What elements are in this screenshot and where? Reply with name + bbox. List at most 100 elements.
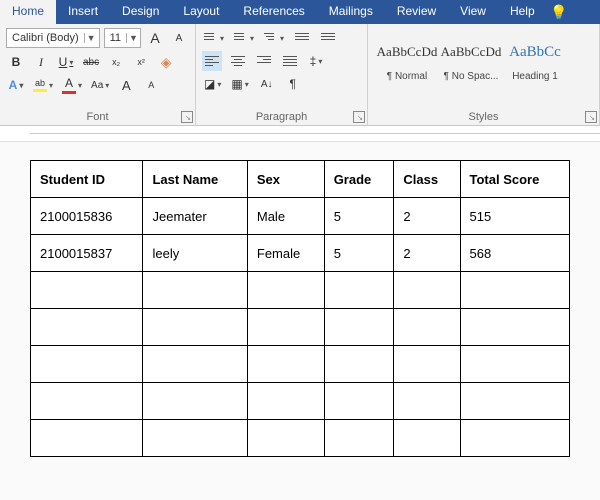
table-cell[interactable]: [31, 309, 143, 346]
table-cell[interactable]: [394, 383, 460, 420]
shrink-font-icon[interactable]: A: [141, 75, 161, 95]
table-header[interactable]: Grade: [324, 161, 394, 198]
table-row[interactable]: [31, 309, 570, 346]
table-cell[interactable]: 2100015837: [31, 235, 143, 272]
clear-format-button[interactable]: ◈: [156, 52, 176, 72]
bold-button[interactable]: B: [6, 52, 26, 72]
tab-mailings[interactable]: Mailings: [317, 0, 385, 24]
table-cell[interactable]: [324, 272, 394, 309]
table-header[interactable]: Total Score: [460, 161, 569, 198]
table-cell[interactable]: [31, 272, 143, 309]
table-cell[interactable]: 5: [324, 235, 394, 272]
table-cell[interactable]: [31, 346, 143, 383]
tab-references[interactable]: References: [231, 0, 316, 24]
table-cell[interactable]: [247, 272, 324, 309]
sort-button[interactable]: A↓: [257, 74, 277, 94]
indent-right-button[interactable]: [318, 28, 338, 48]
grow-font-icon[interactable]: A: [116, 75, 136, 95]
chevron-down-icon[interactable]: ▼: [126, 33, 140, 43]
show-marks-button[interactable]: ¶: [283, 74, 303, 94]
numbering-button[interactable]: [232, 28, 256, 48]
table-row[interactable]: [31, 346, 570, 383]
highlight-button[interactable]: ab: [31, 75, 55, 95]
table-cell[interactable]: [31, 420, 143, 457]
change-case-button[interactable]: Aa: [89, 75, 111, 95]
table-cell[interactable]: [324, 309, 394, 346]
table-cell[interactable]: 568: [460, 235, 569, 272]
table-cell[interactable]: 2: [394, 235, 460, 272]
table-cell[interactable]: [394, 272, 460, 309]
align-right-button[interactable]: [254, 51, 274, 71]
tab-view[interactable]: View: [448, 0, 498, 24]
table-row[interactable]: [31, 420, 570, 457]
paragraph-dialog-launcher-icon[interactable]: ↘: [353, 111, 365, 123]
superscript-button[interactable]: x²: [131, 52, 151, 72]
document-area[interactable]: ↖ Student IDLast NameSexGradeClassTotal …: [0, 126, 600, 500]
font-color-button[interactable]: A: [60, 75, 84, 95]
table-cell[interactable]: [143, 383, 247, 420]
tab-insert[interactable]: Insert: [56, 0, 110, 24]
styles-gallery[interactable]: AaBbCcDd¶ NormalAaBbCcDd¶ No Spac...AaBb…: [374, 28, 593, 87]
table-cell[interactable]: [324, 420, 394, 457]
table-cell[interactable]: [394, 420, 460, 457]
tellme-icon[interactable]: 💡: [547, 0, 571, 24]
tab-help[interactable]: Help: [498, 0, 547, 24]
subscript-button[interactable]: x₂: [106, 52, 126, 72]
table-cell[interactable]: [460, 309, 569, 346]
table-cell[interactable]: [143, 309, 247, 346]
table-cell[interactable]: Male: [247, 198, 324, 235]
table-cell[interactable]: [247, 383, 324, 420]
table-cell[interactable]: [460, 420, 569, 457]
table-cell[interactable]: 5: [324, 198, 394, 235]
table-cell[interactable]: [247, 420, 324, 457]
table-cell[interactable]: [324, 383, 394, 420]
table-cell[interactable]: [394, 346, 460, 383]
text-effects-button[interactable]: A: [6, 75, 26, 95]
table-cell[interactable]: [460, 272, 569, 309]
underline-button[interactable]: U: [56, 52, 76, 72]
table-cell[interactable]: [31, 383, 143, 420]
borders-button[interactable]: ▦: [229, 74, 250, 94]
table-row[interactable]: [31, 272, 570, 309]
font-name-combo[interactable]: Calibri (Body) ▼: [6, 28, 100, 48]
table-cell[interactable]: [324, 346, 394, 383]
table-cell[interactable]: [460, 383, 569, 420]
table-header[interactable]: Sex: [247, 161, 324, 198]
chevron-down-icon[interactable]: ▼: [84, 33, 98, 43]
table-cell[interactable]: [143, 346, 247, 383]
decrease-font-icon[interactable]: A: [169, 28, 189, 48]
table-cell[interactable]: [247, 346, 324, 383]
table-cell[interactable]: 2100015836: [31, 198, 143, 235]
tab-home[interactable]: Home: [0, 0, 56, 24]
ruler[interactable]: [0, 126, 600, 142]
table-header[interactable]: Student ID: [31, 161, 143, 198]
table-row[interactable]: 2100015836JeematerMale52515: [31, 198, 570, 235]
tab-layout[interactable]: Layout: [171, 0, 231, 24]
table-cell[interactable]: Female: [247, 235, 324, 272]
increase-font-icon[interactable]: A: [145, 28, 165, 48]
table-row[interactable]: 2100015837leelyFemale52568: [31, 235, 570, 272]
style-heading1[interactable]: AaBbCcHeading 1: [504, 30, 566, 85]
strikethrough-button[interactable]: abc: [81, 52, 101, 72]
tab-design[interactable]: Design: [110, 0, 171, 24]
table-cell[interactable]: [143, 272, 247, 309]
styles-dialog-launcher-icon[interactable]: ↘: [585, 111, 597, 123]
table-cell[interactable]: [143, 420, 247, 457]
style-nospac[interactable]: AaBbCcDd¶ No Spac...: [440, 30, 502, 85]
table-cell[interactable]: [460, 346, 569, 383]
font-size-combo[interactable]: 11 ▼: [104, 28, 141, 48]
table-header[interactable]: Last Name: [143, 161, 247, 198]
justify-button[interactable]: [280, 51, 300, 71]
table-cell[interactable]: 2: [394, 198, 460, 235]
shading-button[interactable]: ◪: [202, 74, 223, 94]
table-cell[interactable]: leely: [143, 235, 247, 272]
tab-review[interactable]: Review: [385, 0, 448, 24]
table-cell[interactable]: 515: [460, 198, 569, 235]
table-header[interactable]: Class: [394, 161, 460, 198]
student-table[interactable]: Student IDLast NameSexGradeClassTotal Sc…: [30, 160, 570, 457]
italic-button[interactable]: I: [31, 52, 51, 72]
line-spacing-button[interactable]: ‡: [306, 51, 326, 71]
font-dialog-launcher-icon[interactable]: ↘: [181, 111, 193, 123]
table-cell[interactable]: [247, 309, 324, 346]
table-cell[interactable]: [394, 309, 460, 346]
